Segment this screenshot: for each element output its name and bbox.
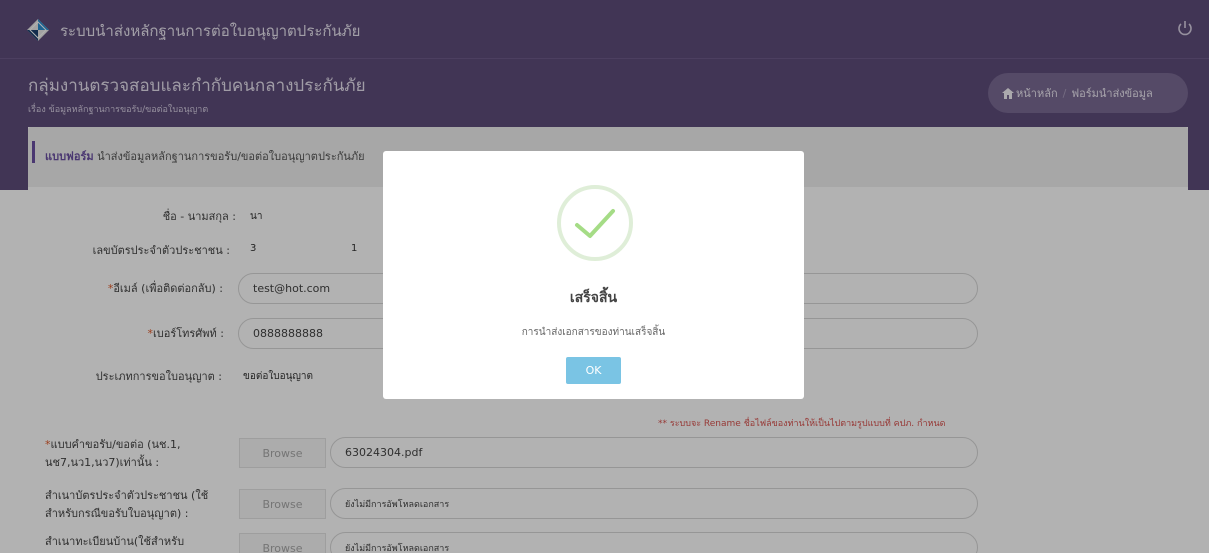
ok-button[interactable]: OK — [566, 357, 621, 384]
dialog-title: เสร็จสิ้น — [569, 290, 618, 306]
dialog-message: การนำส่งเอกสารของท่านเสร็จสิ้น — [521, 327, 666, 338]
success-check-icon — [557, 185, 633, 261]
